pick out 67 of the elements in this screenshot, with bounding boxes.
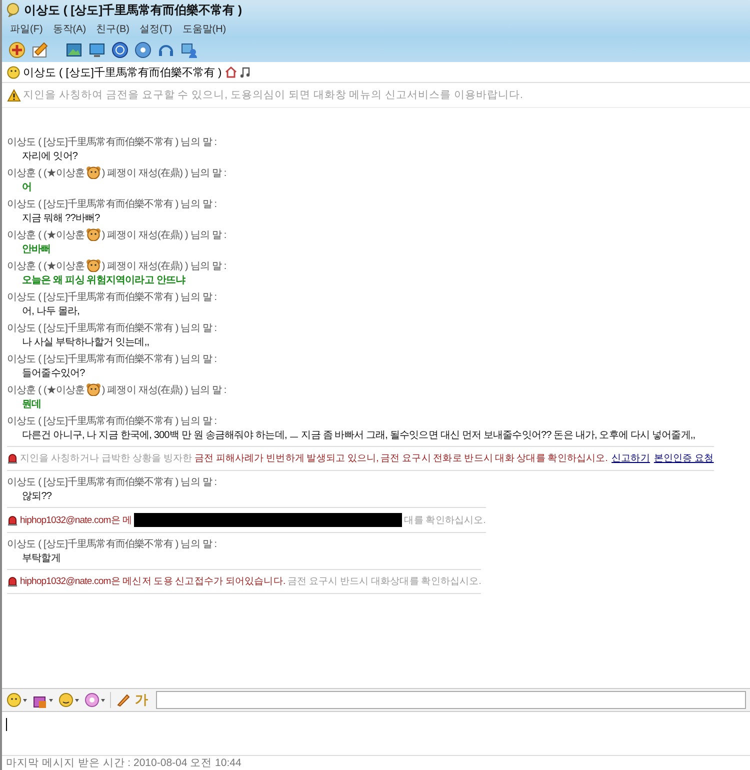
sender-name: 이상훈 ( (★이상훈 — [7, 166, 85, 180]
status-bar: 마지막 메시지 받은 시간 : 2010-08-04 오전 10:44 — [2, 755, 750, 770]
sender-name: 이상도 ( [상도]千里馬常有而伯樂不常有 ) 님의 말 : — [7, 198, 217, 210]
smiley-menu-icon[interactable] — [6, 692, 28, 708]
pencil-icon[interactable] — [31, 41, 49, 59]
sender-name: 이상훈 ( (★이상훈 — [7, 260, 85, 272]
siren-icon — [7, 576, 18, 587]
sender-name: 이상도 ( [상도]千里馬常有而伯樂不常有 ) 님의 말 : — [7, 322, 217, 334]
message-text: 들어줄수있어? — [21, 367, 86, 381]
menu-item[interactable]: 설정(T) — [139, 22, 172, 36]
message-text: 오늘은 왜 피싱 위험지역이라고 안뜨냐 — [21, 274, 186, 288]
disc-icon[interactable] — [134, 41, 152, 59]
message-text: 뭔데 — [21, 398, 42, 412]
people-icon[interactable] — [180, 41, 198, 59]
message-text: 지금 뭐해 ??바뻐? — [21, 212, 101, 226]
flower-icon[interactable] — [84, 692, 106, 708]
sender-name: 이상훈 ( (★이상훈 — [7, 228, 85, 242]
message-text: 어, 나두 몰라, — [21, 305, 81, 319]
sender-name: ) 폐쟁이 재성(在鼎) ) 님의 말 : — [102, 228, 226, 242]
text-field[interactable] — [156, 691, 746, 709]
sender-name: 이상도 ( [상도]千里馬常有而伯樂不常有 ) 님의 말 : — [7, 136, 217, 148]
sender-name: 이상도 ( [상도]千里馬常有而伯樂不常有 ) 님의 말 : — [7, 476, 217, 488]
monitor-icon[interactable] — [88, 41, 106, 59]
emoticon-menu-icon[interactable] — [58, 692, 80, 708]
alert-text: 대를 확인하십시오. — [404, 514, 486, 526]
menu-item[interactable]: 파일(F) — [10, 22, 43, 36]
menu-item[interactable]: 도움말(H) — [182, 22, 226, 36]
sender-name: ) 폐쟁이 재성(在鼎) ) 님의 말 : — [102, 166, 226, 180]
bear-emoticon-icon — [86, 383, 101, 396]
alert-link[interactable]: 본인인증 요청 — [654, 453, 714, 464]
sender-name: 이상훈 ( (★이상훈 — [7, 384, 85, 396]
add-icon[interactable] — [8, 41, 26, 59]
menu-item[interactable]: 동작(A) — [52, 22, 86, 36]
contact-name: 이상도 ( [상도]千里馬常有而伯樂不常有 ) — [23, 66, 222, 80]
pen-icon[interactable] — [115, 692, 131, 708]
sender-name: 이상도 ( [상도]千里馬常有而伯樂不常有 ) 님의 말 : — [7, 352, 217, 366]
chat-bubble-icon — [6, 3, 20, 17]
home-icon[interactable] — [224, 66, 237, 78]
alert-text: 지인을 사칭하거나 급박한 상황을 빙자한 금전 피해사례가 빈번하게 발생되고 있으니, 금전 요구시 전화로 반드시 대화 상대를 확인하십시오. 신고하기 본인인증 요청 — [20, 452, 714, 465]
alert-text: hiphop1032@nate.com은 메 — [20, 514, 132, 526]
siren-icon — [7, 514, 18, 526]
siren-icon — [7, 453, 18, 464]
message-text: 안바뻐 — [21, 243, 52, 257]
bear-emoticon-icon — [86, 166, 101, 179]
bear-emoticon-icon — [86, 228, 101, 241]
message-text: 나 사실 부탁하나할거 잇는데,, — [21, 336, 150, 350]
alert-link[interactable]: 신고하기 — [612, 453, 650, 464]
window-title: 이상도 ( [상도]千里馬常有而伯樂不常有 ) — [24, 2, 242, 18]
alert-text: hiphop1032@nate.com은 메신저 도용 신고접수가 되어있습니다. 금전 요구시 반드시 대화상대를 확인하십시오. — [20, 575, 482, 588]
sender-name: 이상도 ( [상도]千里馬常有而伯樂不常有 ) 님의 말 : — [7, 414, 217, 428]
warning-icon — [7, 88, 21, 102]
sender-name: ) 폐쟁이 재성(在鼎) ) 님의 말 : — [102, 260, 226, 272]
music-note-icon[interactable] — [240, 66, 250, 78]
picture-icon[interactable] — [65, 41, 83, 59]
notice-text: 지인을 사칭하여 금전을 요구할 수 있으니, 도용의심이 되면 대화창 메뉴의 신고서비스를 이용바랍니다. — [23, 88, 523, 102]
sender-name: ) 폐쟁이 재성(在鼎) ) 님의 말 : — [102, 384, 226, 396]
message-text: 자리에 잇어? — [21, 150, 79, 164]
message-text: 부탁할게 — [21, 552, 62, 566]
menu-item[interactable]: 친구(B) — [96, 22, 130, 36]
bear-emoticon-icon — [86, 259, 101, 272]
message-text: 않되?? — [21, 490, 53, 504]
globe-icon[interactable] — [111, 41, 129, 59]
sender-name: 이상도 ( [상도]千里馬常有而伯樂不常有 ) 님의 말 : — [7, 538, 217, 550]
message-text: 다른건 아니구, 나 지금 한국에, 300백 만 원 송금해줘야 하는데, ㅡ 지금 좀 바빠서 그래, 될수잇으면 대신 먼저 보내줄수잇어?? 돈은 내가, 오후에 다시 넣어줄게,, — [21, 429, 696, 443]
smiley-icon — [7, 66, 20, 78]
sender-name: 이상도 ( [상도]千里馬常有而伯樂不常有 ) 님의 말 : — [7, 290, 217, 304]
message-text: 어 — [21, 181, 33, 195]
